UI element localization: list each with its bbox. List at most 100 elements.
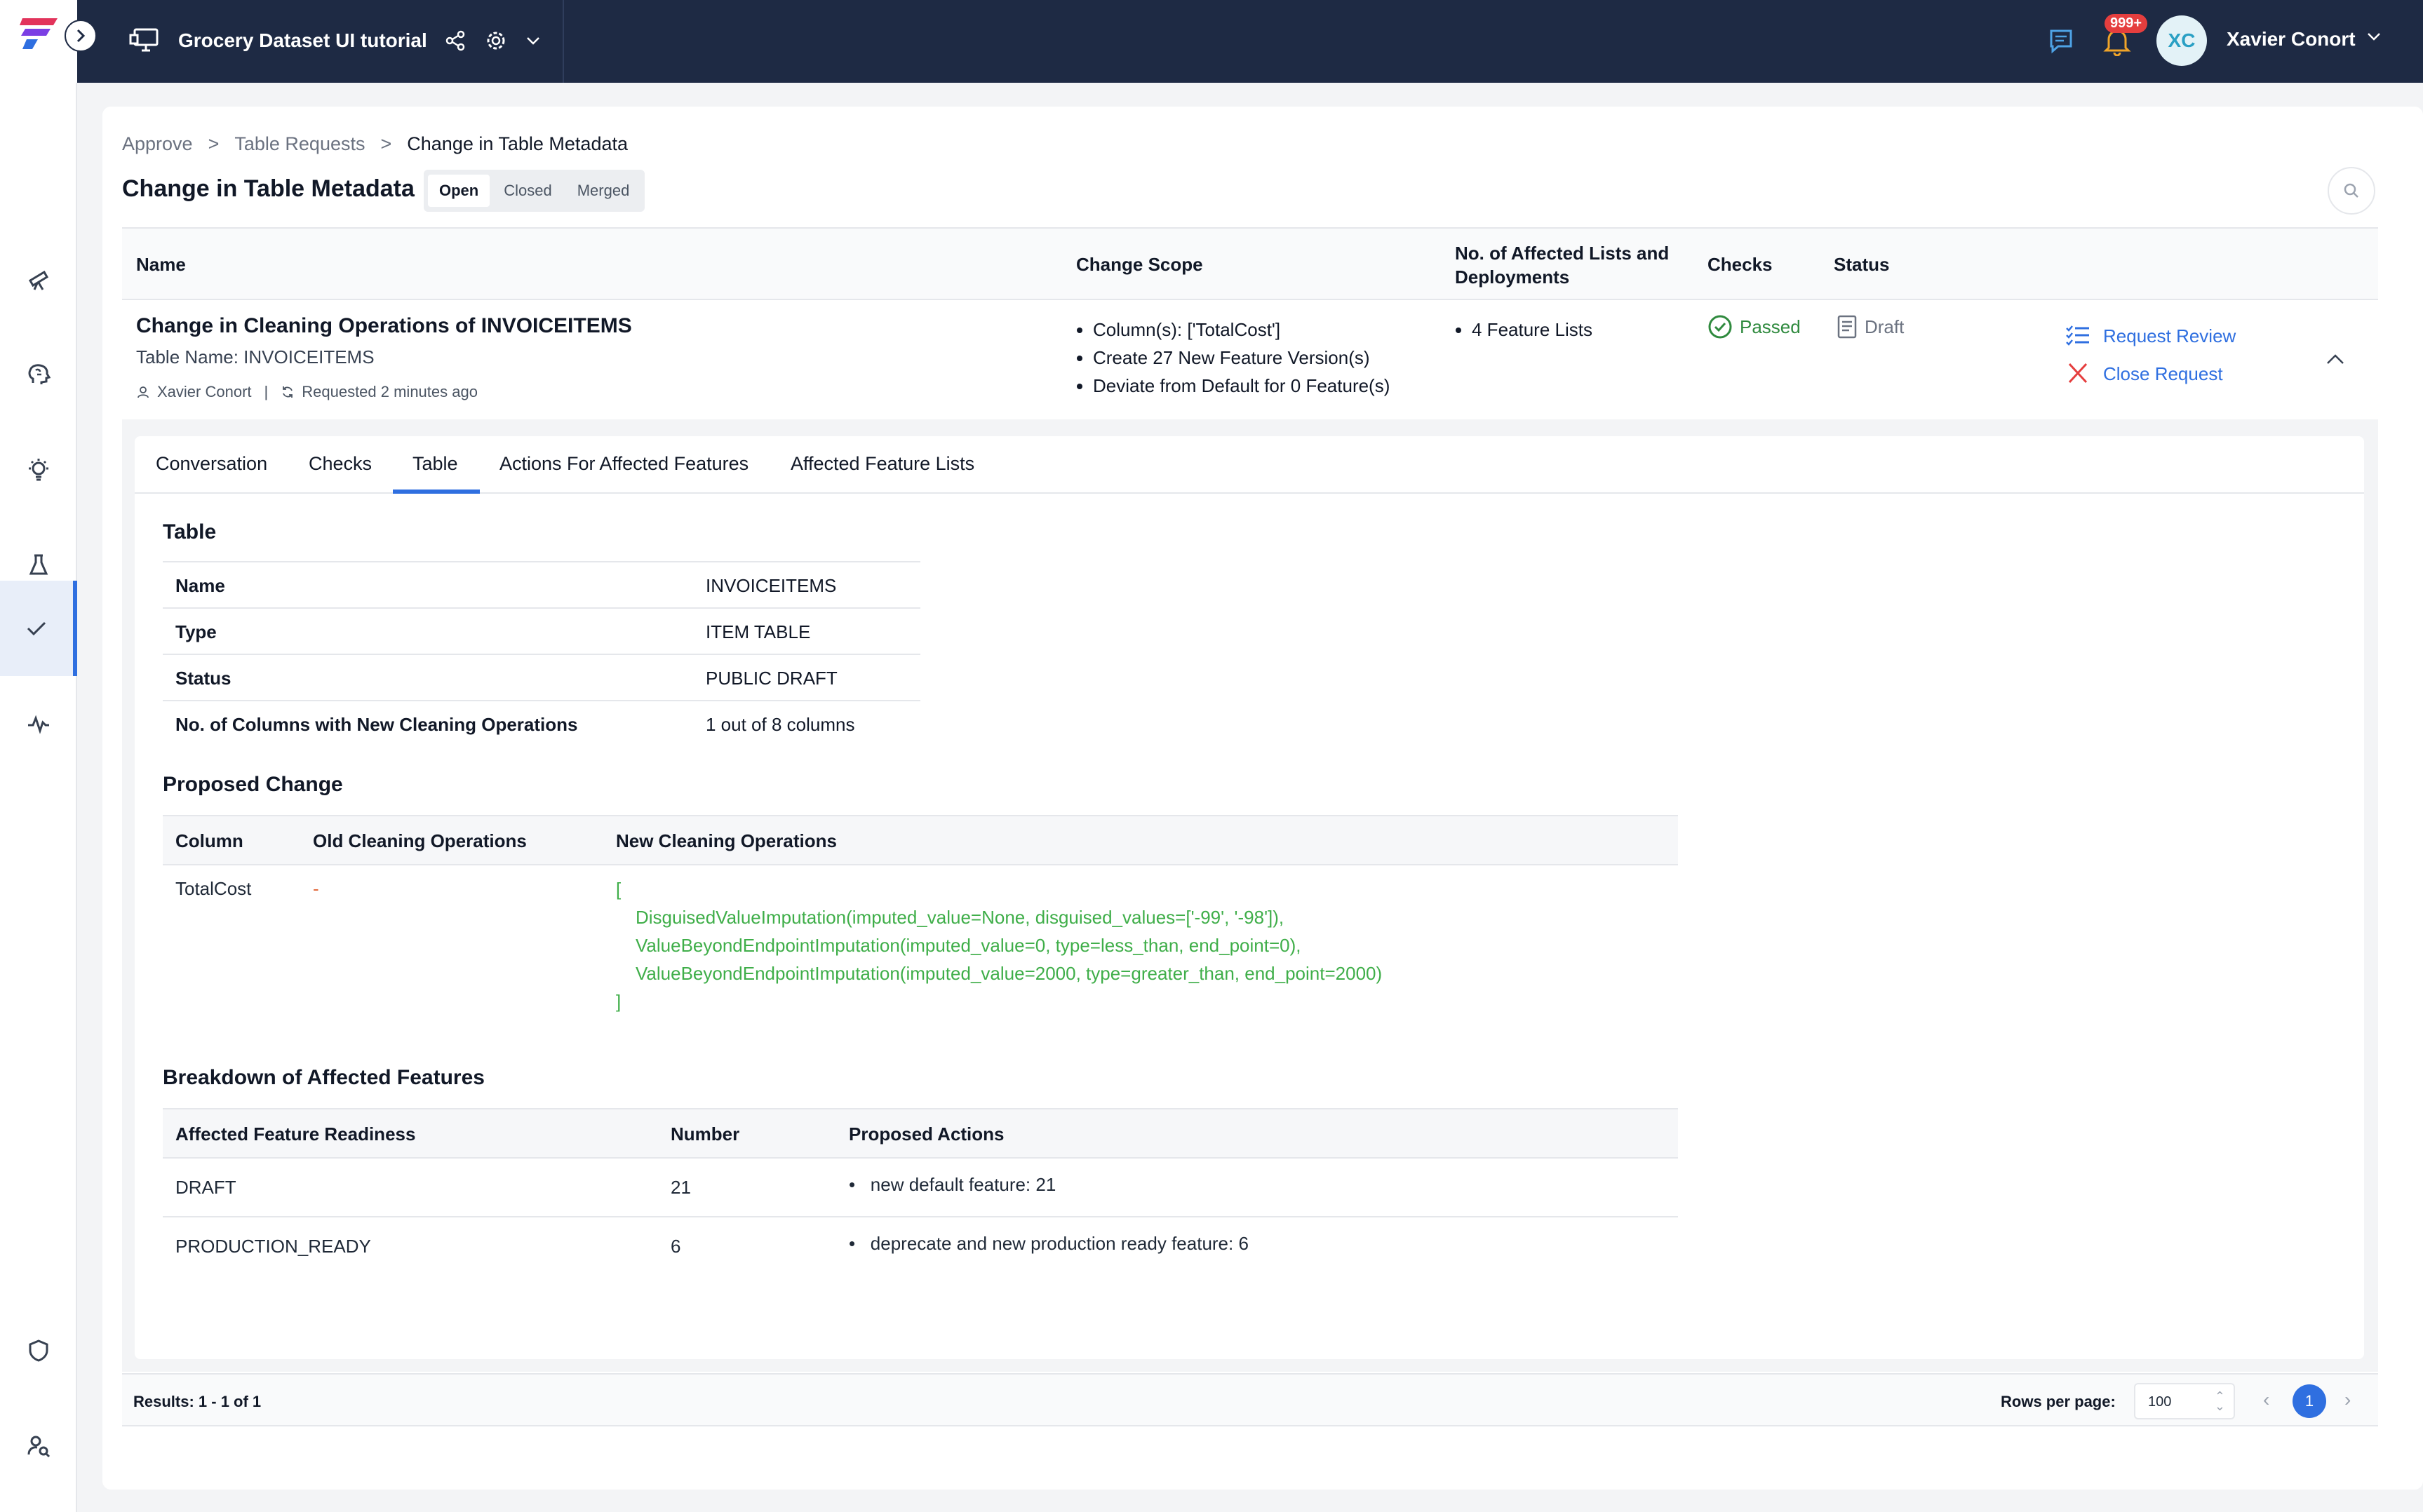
change-scope-list: Column(s): ['TotalCost'] Create 27 New F… xyxy=(1076,316,1390,400)
proposed-action: • new default feature: 21 xyxy=(849,1174,1056,1195)
flask-icon xyxy=(29,554,48,575)
gear-icon[interactable] xyxy=(485,29,507,52)
readiness: PRODUCTION_READY xyxy=(175,1236,371,1257)
table-section-title: Table xyxy=(163,520,217,544)
search-icon xyxy=(2344,183,2358,198)
rows-per-page-label: Rows per page: xyxy=(2001,1393,2116,1410)
chevron-right-icon xyxy=(76,29,86,43)
detail-tabs: Conversation Checks Table Actions For Af… xyxy=(135,436,2364,494)
tab-table[interactable]: Table xyxy=(412,453,458,475)
user-name[interactable]: Xavier Conort xyxy=(2227,28,2356,50)
column-header: New Cleaning Operations xyxy=(616,830,837,851)
table-row: No. of Columns with New Cleaning Operati… xyxy=(163,700,920,746)
code-line: DisguisedValueImputation(imputed_value=N… xyxy=(636,907,1284,928)
tab-conversation[interactable]: Conversation xyxy=(156,453,267,475)
list-item: 4 Feature Lists xyxy=(1472,316,1592,344)
column-header: Number xyxy=(671,1123,740,1145)
telescope-icon xyxy=(28,270,49,290)
breadcrumb-table-requests[interactable]: Table Requests xyxy=(234,133,365,155)
close-icon xyxy=(2068,363,2088,384)
column-header: Proposed Actions xyxy=(849,1123,1005,1145)
chat-icon[interactable] xyxy=(2047,27,2075,55)
results-count: Results: 1 - 1 of 1 xyxy=(133,1393,262,1410)
project-selector[interactable]: Grocery Dataset UI tutorial xyxy=(129,21,541,60)
breadcrumb-current: Change in Table Metadata xyxy=(407,133,628,154)
tab-affected-feature-lists[interactable]: Affected Feature Lists xyxy=(791,453,974,475)
column-header-scope[interactable]: Change Scope xyxy=(1076,254,1203,276)
previous-page-button[interactable]: ‹ xyxy=(2263,1389,2269,1411)
sidebar-item-overview[interactable] xyxy=(0,231,77,327)
property-value: PUBLIC DRAFT xyxy=(706,668,838,689)
chevron-down-icon[interactable] xyxy=(2365,31,2382,42)
property-value: 1 out of 8 columns xyxy=(706,714,855,735)
table-header: Column Old Cleaning Operations New Clean… xyxy=(163,815,1678,865)
column-header-affected[interactable]: No. of Affected Lists and Deployments xyxy=(1455,241,1693,289)
sidebar-item-create[interactable] xyxy=(0,327,77,422)
filter-closed[interactable]: Closed xyxy=(492,175,563,207)
table-row[interactable]: Change in Cleaning Operations of INVOICE… xyxy=(122,300,2378,419)
column-header-status[interactable]: Status xyxy=(1834,254,1889,276)
table-row: Type ITEM TABLE xyxy=(163,607,920,654)
sidebar-item-approve[interactable] xyxy=(0,581,77,676)
table-header: Affected Feature Readiness Number Propos… xyxy=(163,1108,1678,1159)
list-check-icon xyxy=(2066,325,2089,346)
rows-per-page-value: 100 xyxy=(2148,1394,2172,1410)
column-header-checks[interactable]: Checks xyxy=(1707,254,1773,276)
refresh-icon xyxy=(283,386,293,398)
request-name[interactable]: Change in Cleaning Operations of INVOICE… xyxy=(136,314,632,338)
shield-icon xyxy=(29,1339,48,1362)
filter-merged[interactable]: Merged xyxy=(566,175,641,207)
sidebar-item-security[interactable] xyxy=(0,1303,77,1398)
sidebar-item-users[interactable] xyxy=(0,1398,77,1494)
breadcrumb: Approve > Table Requests > Change in Tab… xyxy=(122,133,628,155)
logo-icon xyxy=(20,18,58,49)
list-item: Column(s): ['TotalCost'] xyxy=(1093,316,1390,344)
request-author: Xavier Conort xyxy=(157,383,252,400)
filter-open[interactable]: Open xyxy=(428,175,490,207)
proposed-change-title: Proposed Change xyxy=(163,773,343,796)
sidebar-item-ideate[interactable] xyxy=(0,422,77,518)
sidebar-toggle-button[interactable] xyxy=(65,20,97,52)
sidebar-item-monitor[interactable] xyxy=(0,676,77,771)
share-icon[interactable] xyxy=(445,30,467,51)
rows-per-page-select[interactable]: 100 ⌃ ⌄ xyxy=(2134,1383,2235,1419)
pagination-bar: Results: 1 - 1 of 1 Rows per page: 100 ⌃… xyxy=(122,1373,2378,1426)
breadcrumb-approve[interactable]: Approve xyxy=(122,133,193,155)
close-request-button[interactable]: Close Request xyxy=(2065,355,2236,393)
search-button[interactable] xyxy=(2328,167,2375,215)
requests-table-header: Name Change Scope No. of Affected Lists … xyxy=(122,227,2378,300)
proposed-action-text: deprecate and new production ready featu… xyxy=(870,1233,1249,1254)
tab-checks[interactable]: Checks xyxy=(309,453,372,475)
user-icon xyxy=(137,386,149,398)
chevron-down-icon[interactable] xyxy=(525,36,541,46)
list-item: Create 27 New Feature Version(s) xyxy=(1093,344,1390,372)
number: 21 xyxy=(671,1177,691,1198)
notification-badge: 999+ xyxy=(2105,14,2148,33)
old-cleaning-operations: - xyxy=(313,878,319,899)
tab-actions-for-affected-features[interactable]: Actions For Affected Features xyxy=(499,453,749,475)
chevron-up-icon[interactable] xyxy=(2325,352,2346,366)
table-properties: Name INVOICEITEMS Type ITEM TABLE Status… xyxy=(163,561,920,746)
top-bar: Grocery Dataset UI tutorial 999+ XC Xavi… xyxy=(0,0,2423,83)
lightbulb-icon xyxy=(29,459,48,481)
request-time: Requested 2 minutes ago xyxy=(302,383,478,400)
code-line: [ xyxy=(616,879,622,900)
breadcrumb-separator: > xyxy=(380,133,392,154)
project-title: Grocery Dataset UI tutorial xyxy=(178,29,427,51)
request-review-button[interactable]: Request Review xyxy=(2065,317,2236,355)
request-meta: Xavier Conort | Requested 2 minutes ago xyxy=(136,383,478,401)
user-search-icon xyxy=(27,1436,51,1458)
pulse-icon xyxy=(28,715,49,734)
status-filter: Open Closed Merged xyxy=(424,170,645,212)
next-page-button[interactable]: › xyxy=(2344,1389,2351,1411)
column-header-name[interactable]: Name xyxy=(136,254,186,276)
table-row: TotalCost - [ DisguisedValueImputation(i… xyxy=(163,865,1678,1055)
property-key: Status xyxy=(175,668,231,689)
document-icon xyxy=(1837,315,1857,339)
proposed-action: • deprecate and new production ready fea… xyxy=(849,1233,1249,1254)
new-cleaning-operations: [ DisguisedValueImputation(imputed_value… xyxy=(616,875,1382,1015)
page-button[interactable]: 1 xyxy=(2293,1384,2326,1418)
avatar[interactable]: XC xyxy=(2156,15,2207,66)
table-row: DRAFT 21 • new default feature: 21 xyxy=(163,1159,1678,1217)
column-header: Column xyxy=(175,830,243,851)
